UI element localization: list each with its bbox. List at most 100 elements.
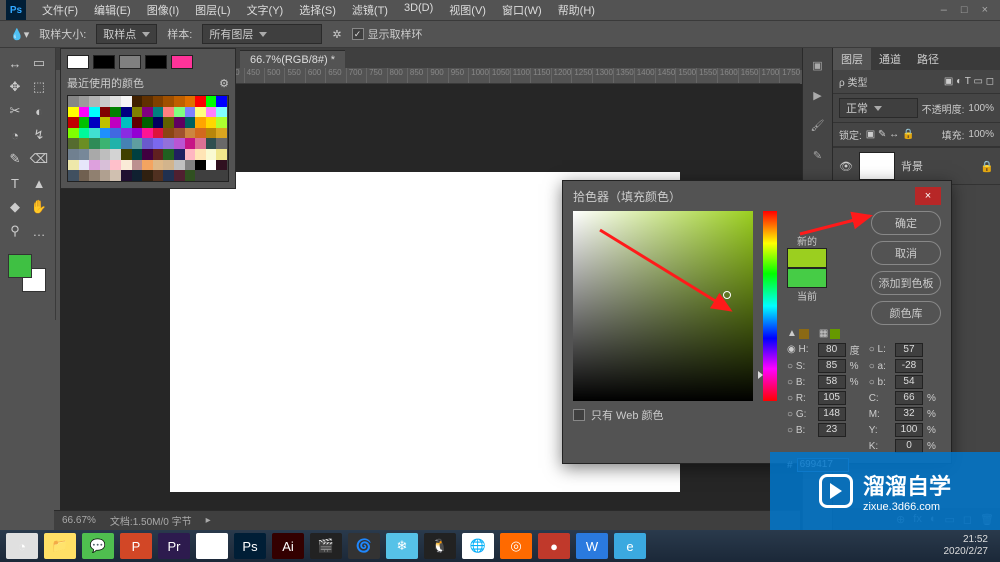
fill-value[interactable]: 100% [968,129,994,140]
swatch-cell[interactable] [89,138,100,149]
blend-mode-dropdown[interactable]: 正常 [839,98,918,118]
taskbar-app[interactable]: 📁 [44,533,76,559]
swatch-cell[interactable] [110,170,121,181]
swatch-cell[interactable] [89,149,100,160]
menu-help[interactable]: 帮助(H) [552,0,601,20]
b-input[interactable]: 54 [895,375,923,389]
swatch-cell[interactable] [79,149,90,160]
swatch-cell[interactable] [206,128,217,139]
menu-filter[interactable]: 滤镜(T) [346,0,394,20]
swatch-cell[interactable] [132,138,143,149]
swatch-cell[interactable] [79,96,90,107]
taskbar-app[interactable]: ◎ [500,533,532,559]
taskbar-app[interactable]: 🌀 [348,533,380,559]
swatch-cell[interactable] [163,128,174,139]
tool-4[interactable]: ✂ [4,100,26,122]
swatch-cell[interactable] [68,149,79,160]
tool-12[interactable]: ◆ [4,196,26,218]
menu-type[interactable]: 文字(Y) [241,0,290,20]
ok-button[interactable]: 确定 [871,211,941,235]
swatch-cell[interactable] [153,128,164,139]
close-button[interactable]: × [982,4,988,16]
tab-paths[interactable]: 路径 [909,48,947,70]
swatch-cell[interactable] [132,149,143,160]
swatch-cell[interactable] [206,138,217,149]
kind-filter[interactable]: ρ 类型 [839,74,867,89]
swatch-cell[interactable] [79,160,90,171]
swatch-cell[interactable] [216,107,227,118]
swatch-cell[interactable] [89,107,100,118]
swatch-cell[interactable] [206,96,217,107]
swatch-cell[interactable] [110,107,121,118]
taskbar-app[interactable]: 🐧 [424,533,456,559]
swatch-cell[interactable] [142,160,153,171]
swatch-cell[interactable] [110,138,121,149]
swatch-cell[interactable] [206,149,217,160]
swatch-cell[interactable] [174,117,185,128]
swatch-cell[interactable] [163,160,174,171]
tool-5[interactable]: ◐ [28,100,50,122]
swatch-cell[interactable] [216,117,227,128]
swatch-cell[interactable] [121,170,132,181]
bb-input[interactable]: 23 [818,423,846,437]
swatch-cell[interactable] [110,160,121,171]
swatch-cell[interactable] [68,117,79,128]
swatch-cell[interactable] [185,107,196,118]
swatch-cell[interactable] [121,107,132,118]
swatch-cell[interactable] [100,117,111,128]
maximize-button[interactable]: □ [961,4,968,16]
swatch-cell[interactable] [79,138,90,149]
swatches-grid[interactable] [67,95,229,182]
swatch-cell[interactable] [100,96,111,107]
close-button[interactable]: × [915,187,941,205]
swatch-cell[interactable] [68,170,79,181]
swatch-cell[interactable] [185,160,196,171]
menu-edit[interactable]: 编辑(E) [88,0,137,20]
swatch-cell[interactable] [216,149,227,160]
y-input[interactable]: 100 [895,423,923,437]
swatch-cell[interactable] [79,170,90,181]
swatch-cell[interactable] [100,128,111,139]
swatch-cell[interactable] [195,107,206,118]
foreground-color[interactable] [8,254,32,278]
swatch-cell[interactable] [142,138,153,149]
swatch-cell[interactable] [185,96,196,107]
swatch-cell[interactable] [132,128,143,139]
menu-layer[interactable]: 图层(L) [189,0,236,20]
swatch-cell[interactable] [100,170,111,181]
swatch-cell[interactable] [121,96,132,107]
taskbar-app[interactable]: ◔ [6,533,38,559]
swatch-cell[interactable] [142,128,153,139]
a-input[interactable]: -28 [895,359,923,373]
swatch-cell[interactable] [110,149,121,160]
swatch-cell[interactable] [89,96,100,107]
swatch-cell[interactable] [100,138,111,149]
gear-icon[interactable]: ⚙ [219,77,229,90]
tool-9[interactable]: ⌫ [28,148,50,170]
swatch-cell[interactable] [68,128,79,139]
s-input[interactable]: 85 [818,359,846,373]
tool-1[interactable]: ▭ [28,52,50,74]
swatch-cell[interactable] [79,117,90,128]
swatch-cell[interactable] [100,107,111,118]
swatch-cell[interactable] [163,138,174,149]
swatch-cell[interactable] [110,128,121,139]
swatch-cell[interactable] [132,107,143,118]
settings-icon[interactable]: ✲ [332,28,341,41]
tab-layers[interactable]: 图层 [833,48,871,70]
taskbar-app[interactable]: 🎬 [310,533,342,559]
swatch-cell[interactable] [153,138,164,149]
panel-icon[interactable]: ✎ [807,144,829,166]
swatch-cell[interactable] [153,160,164,171]
menu-select[interactable]: 选择(S) [293,0,342,20]
swatch-cell[interactable] [185,128,196,139]
taskbar-app[interactable]: ● [538,533,570,559]
taskbar-app[interactable]: Ps [234,533,266,559]
swatch-cell[interactable] [121,138,132,149]
r-input[interactable]: 105 [818,391,846,405]
swatch-cell[interactable] [163,107,174,118]
swatch-cell[interactable] [142,117,153,128]
system-clock[interactable]: 21:52 2020/2/27 [944,534,995,558]
swatch-cell[interactable] [142,170,153,181]
tool-0[interactable]: ↔ [4,52,26,74]
